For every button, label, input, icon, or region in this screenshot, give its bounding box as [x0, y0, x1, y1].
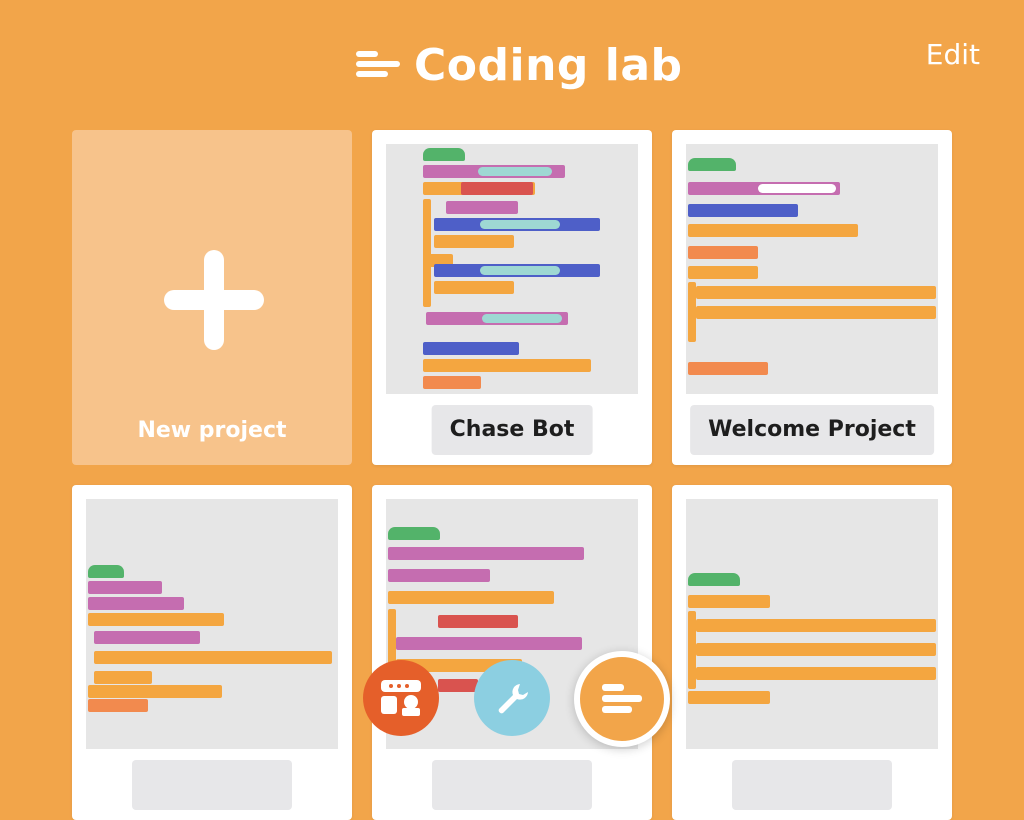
project-thumbnail [86, 499, 338, 749]
blocks-icon [381, 680, 421, 716]
code-button[interactable] [574, 651, 670, 747]
title-wrap: Coding lab [356, 40, 683, 92]
project-card-6[interactable] [672, 485, 952, 820]
project-thumbnail [386, 144, 638, 394]
tools-button[interactable] [474, 660, 550, 736]
new-project-card[interactable]: New project [72, 130, 352, 465]
project-card-4[interactable] [72, 485, 352, 820]
project-name: Chase Bot [431, 405, 593, 455]
project-name: Welcome Project [690, 405, 934, 455]
header: Coding lab Edit [0, 0, 1024, 120]
new-project-label: New project [137, 418, 287, 443]
project-card-chase-bot[interactable]: Chase Bot [372, 130, 652, 465]
edit-button[interactable]: Edit [926, 38, 980, 72]
wrench-icon [498, 684, 528, 714]
project-thumbnail [686, 144, 938, 394]
blocks-button[interactable] [363, 660, 439, 736]
code-lines-icon [602, 684, 642, 713]
project-card-welcome-project[interactable]: Welcome Project [672, 130, 952, 465]
project-thumbnail [686, 499, 938, 749]
lines-icon [356, 51, 400, 81]
page-title: Coding lab [414, 40, 683, 91]
